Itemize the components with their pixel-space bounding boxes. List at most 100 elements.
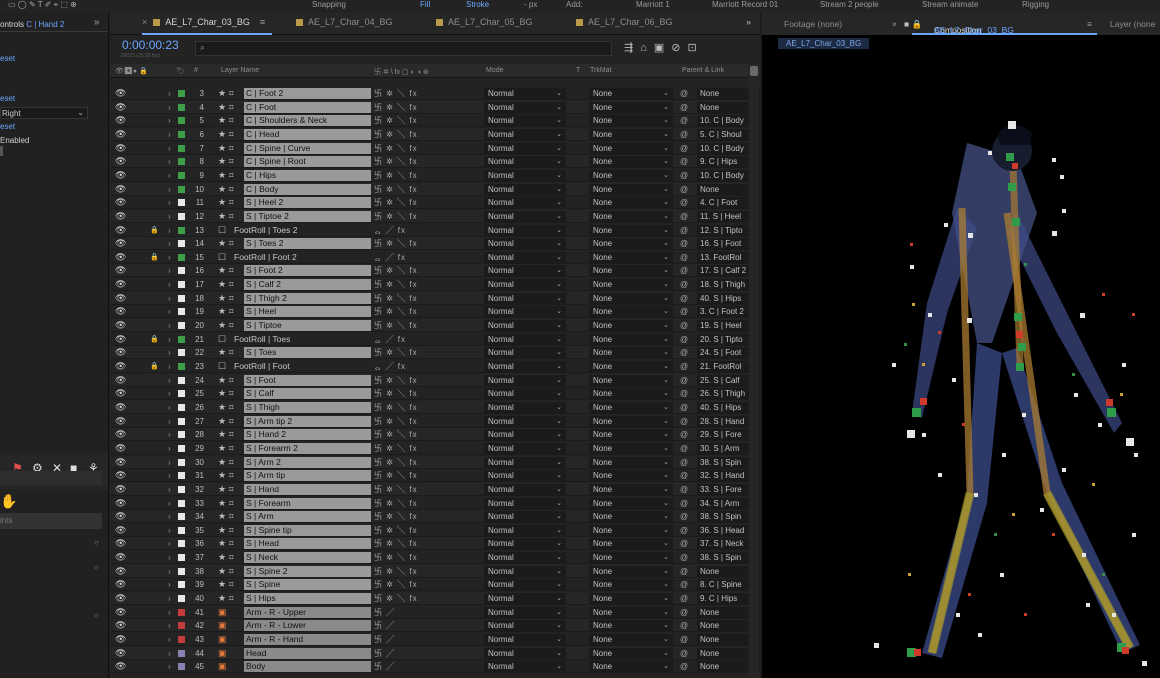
lock-icon[interactable]: 🔒	[150, 252, 159, 263]
visibility-eye-icon[interactable]: 👁	[115, 429, 126, 440]
label-color-swatch[interactable]	[178, 226, 185, 234]
layer-switches[interactable]: 卐 ✲ ╲ fx	[374, 143, 426, 154]
blend-mode-dropdown[interactable]: Normal ⌄	[484, 197, 566, 209]
label-color-swatch[interactable]	[178, 322, 185, 330]
layer-switches[interactable]: 卐 ╱	[374, 661, 426, 672]
label-color-swatch[interactable]	[178, 253, 185, 261]
label-color-swatch[interactable]	[178, 90, 185, 97]
parent-pickwhip-icon[interactable]: @	[680, 511, 690, 522]
parent-pickwhip-icon[interactable]: @	[680, 88, 690, 99]
expand-twirl-icon[interactable]: ›	[168, 184, 171, 195]
layer-row[interactable]: 👁 🔒 › 13 ☐ FootRoll | Toes 2ᆼ ╱ fx Normal ⌄ None…	[110, 224, 760, 237]
trkmat-dropdown[interactable]: None ⌄	[589, 279, 673, 291]
trkmat-dropdown[interactable]: None ⌄	[589, 620, 673, 632]
trkmat-dropdown[interactable]: None ⌄	[589, 579, 673, 591]
trkmat-dropdown[interactable]: None ⌄	[589, 169, 673, 181]
layer-name[interactable]: Body	[244, 661, 371, 673]
layer-row[interactable]: 👁 › 7 ★ ⌗ C | Spine | Curve 卐 ✲ ╲ fx Normal ⌄ No…	[110, 142, 760, 155]
visibility-eye-icon[interactable]: 👁	[115, 402, 126, 413]
label-color-swatch[interactable]	[178, 158, 185, 166]
expand-twirl-icon[interactable]: ›	[168, 498, 171, 509]
layer-name[interactable]: S | Toes 2	[244, 238, 371, 250]
label-color-swatch[interactable]	[178, 308, 185, 316]
blend-mode-dropdown[interactable]: Normal ⌄	[484, 579, 566, 591]
layer-name[interactable]: S | Foot	[244, 374, 371, 386]
tab-char-04[interactable]: AE_L7_Char_04_BG	[296, 17, 393, 27]
expand-twirl-icon[interactable]: ›	[168, 648, 171, 659]
expand-twirl-icon[interactable]: ›	[168, 579, 171, 590]
visibility-eye-icon[interactable]: 👁	[115, 320, 126, 331]
expand-twirl-icon[interactable]: ›	[168, 607, 171, 618]
expand-twirl-icon[interactable]: ›	[168, 225, 171, 236]
expand-twirl-icon[interactable]: ›	[168, 279, 171, 290]
trkmat-dropdown[interactable]: None ⌄	[589, 361, 673, 372]
layer-name[interactable]: Head	[244, 647, 371, 659]
blend-mode-dropdown[interactable]: Normal ⌄	[484, 292, 566, 304]
layer-name[interactable]: FootRoll | Foot	[232, 361, 371, 372]
expand-twirl-icon[interactable]: ›	[168, 457, 171, 468]
blend-mode-dropdown[interactable]: Normal ⌄	[484, 497, 566, 509]
blend-mode-dropdown[interactable]: Normal ⌄	[484, 128, 566, 140]
layer-switches[interactable]: 卐 ✲ ╲ fx	[374, 498, 426, 509]
tab-char-03[interactable]: × AE_L7_Char_03_BG ≡	[142, 17, 265, 27]
reset-link-1[interactable]: eset	[0, 54, 15, 63]
layer-row[interactable]: 👁 › 14 ★ ⌗ S | Toes 2卐 ✲ ╲ fx Normal ⌄ None ⌄ @16…	[110, 237, 760, 251]
layer-switches[interactable]: ᆼ ╱ fx	[374, 361, 426, 372]
expand-twirl-icon[interactable]: ›	[168, 347, 171, 358]
blend-mode-dropdown[interactable]: Normal ⌄	[484, 361, 566, 372]
parent-pickwhip-icon[interactable]: @	[680, 156, 690, 167]
label-color-swatch[interactable]	[178, 185, 185, 193]
layer-name[interactable]: S | Thigh 2	[244, 292, 371, 304]
label-color-swatch[interactable]	[178, 363, 185, 370]
workspace-4[interactable]: Stream animate	[922, 0, 978, 9]
layer-switches[interactable]: 卐 ✲ ╲ fx	[374, 170, 426, 181]
layer-row[interactable]: 👁 › 41 ▣ Arm - R - Upper 卐 ╱ Normal ⌄ None ⌄ @ None	[110, 606, 760, 619]
layer-row[interactable]: 👁 🔒 › 23 ☐ FootRoll | Foot ᆼ ╱ fx Normal ⌄ None ⌄ @…	[110, 360, 760, 373]
label-color-swatch[interactable]	[178, 608, 185, 616]
close-comp-tab-icon[interactable]: ×	[892, 19, 897, 29]
layer-row[interactable]: 👁 › 42 ▣ Arm - R - Lower 卐 ╱ Normal ⌄ None ⌄ @ None	[110, 619, 760, 633]
lock-icon[interactable]: 🔒	[150, 361, 159, 372]
trkmat-dropdown[interactable]: None ⌄	[589, 115, 673, 127]
layer-name[interactable]: S | Neck	[244, 552, 371, 564]
expand-twirl-icon[interactable]: ›	[168, 211, 171, 222]
current-timecode[interactable]: 0:00:00:23	[122, 38, 179, 52]
layer-switches[interactable]: 卐 ✲ ╲ fx	[374, 429, 426, 440]
layer-row[interactable]: 👁 › 25 ★ ⌗ S | Calf 卐 ✲ ╲ fx Normal ⌄ None ⌄ @26. …	[110, 387, 760, 401]
layer-switches[interactable]: ᆼ ╱ fx	[374, 225, 426, 236]
workspace-5[interactable]: Rigging	[1022, 0, 1049, 9]
label-color-swatch[interactable]	[178, 472, 185, 480]
layer-switches[interactable]: 卐 ✲ ╲ fx	[374, 184, 426, 195]
layer-name[interactable]: FootRoll | Toes	[232, 334, 371, 345]
blend-mode-dropdown[interactable]: Normal ⌄	[484, 210, 566, 222]
layer-row[interactable]: 👁 › 12 ★ ⌗ S | Tiptoe 2卐 ✲ ╲ fx Normal ⌄ None ⌄ @…	[110, 209, 760, 223]
label-color-swatch[interactable]	[178, 199, 185, 207]
layer-switches[interactable]: 卐 ✲ ╲ fx	[374, 265, 426, 276]
reset-link-3[interactable]: eset	[0, 122, 15, 131]
blend-mode-dropdown[interactable]: Normal ⌄	[484, 251, 566, 263]
trkmat-header[interactable]: TrkMat	[590, 67, 612, 74]
blend-mode-dropdown[interactable]: Normal ⌄	[484, 538, 566, 550]
parent-pickwhip-icon[interactable]: @	[680, 170, 690, 181]
parent-pickwhip-icon[interactable]: @	[680, 211, 690, 222]
visibility-eye-icon[interactable]: 👁	[115, 211, 126, 222]
visibility-eye-icon[interactable]: 👁	[115, 265, 126, 276]
layer-switches[interactable]: 卐 ✲ ╲ fx	[374, 293, 426, 304]
layer-row[interactable]: 👁 › 44 ▣ Head 卐 ╱ Normal ⌄ None ⌄ @ None	[110, 646, 760, 660]
parent-pickwhip-icon[interactable]: @	[680, 566, 690, 577]
visibility-eye-icon[interactable]: 👁	[115, 607, 126, 618]
layer-switches[interactable]: 卐 ╱	[374, 607, 426, 618]
blend-mode-dropdown[interactable]: Normal ⌄	[484, 620, 566, 632]
visibility-eye-icon[interactable]: 👁	[115, 252, 126, 263]
layer-name[interactable]: FootRoll | Toes 2	[232, 225, 371, 236]
comp-breadcrumb[interactable]: AE_L7_Char_03_BG	[778, 38, 870, 49]
layer-row[interactable]: 👁 › 31 ★ ⌗ S | Arm tip 卐 ✲ ╲ fx Normal ⌄ None ⌄ @3…	[110, 469, 760, 483]
label-color-swatch[interactable]	[178, 526, 185, 534]
layer-switches[interactable]: 卐 ✲ ╲ fx	[374, 306, 426, 317]
blend-mode-dropdown[interactable]: Normal ⌄	[484, 442, 566, 454]
trkmat-dropdown[interactable]: None ⌄	[589, 306, 673, 318]
label-color-swatch[interactable]	[178, 540, 185, 548]
layer-name[interactable]: S | Arm	[244, 511, 371, 523]
layer-row[interactable]: 👁 › 36 ★ ⌗ S | Head 卐 ✲ ╲ fx Normal ⌄ None ⌄ @37. …	[110, 537, 760, 551]
trkmat-dropdown[interactable]: None ⌄	[589, 456, 673, 468]
